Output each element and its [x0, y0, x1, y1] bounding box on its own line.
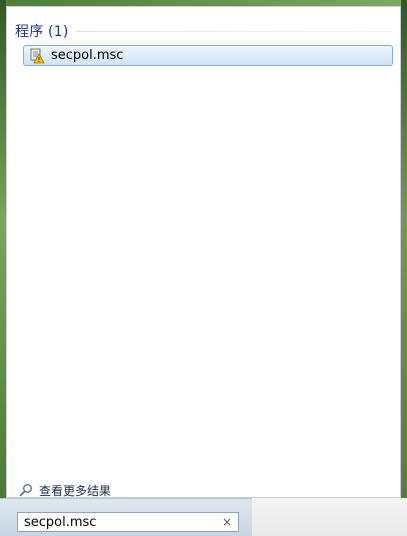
search-input-value[interactable]: secpol.msc	[24, 515, 219, 530]
section-title: 程序 (1)	[15, 24, 69, 40]
result-item-secpol[interactable]: secpol.msc	[23, 45, 393, 66]
see-more-results-label: 查看更多结果	[39, 483, 112, 498]
see-more-results-link[interactable]: 查看更多结果	[19, 481, 111, 499]
section-divider	[76, 30, 392, 32]
search-input[interactable]: secpol.msc ×	[17, 512, 239, 532]
start-menu-results-panel: 程序 (1) secpol.msc 查看更多结果	[6, 6, 401, 498]
desktop-background-area	[252, 498, 407, 536]
clear-search-button[interactable]: ×	[219, 514, 235, 530]
programs-section-header: 程序 (1)	[15, 21, 392, 41]
result-label: secpol.msc	[51, 48, 124, 63]
desktop-right-edge	[401, 0, 407, 536]
search-magnifier-icon	[19, 484, 32, 497]
security-policy-icon	[30, 48, 45, 63]
search-bar-area: secpol.msc ×	[0, 498, 252, 536]
